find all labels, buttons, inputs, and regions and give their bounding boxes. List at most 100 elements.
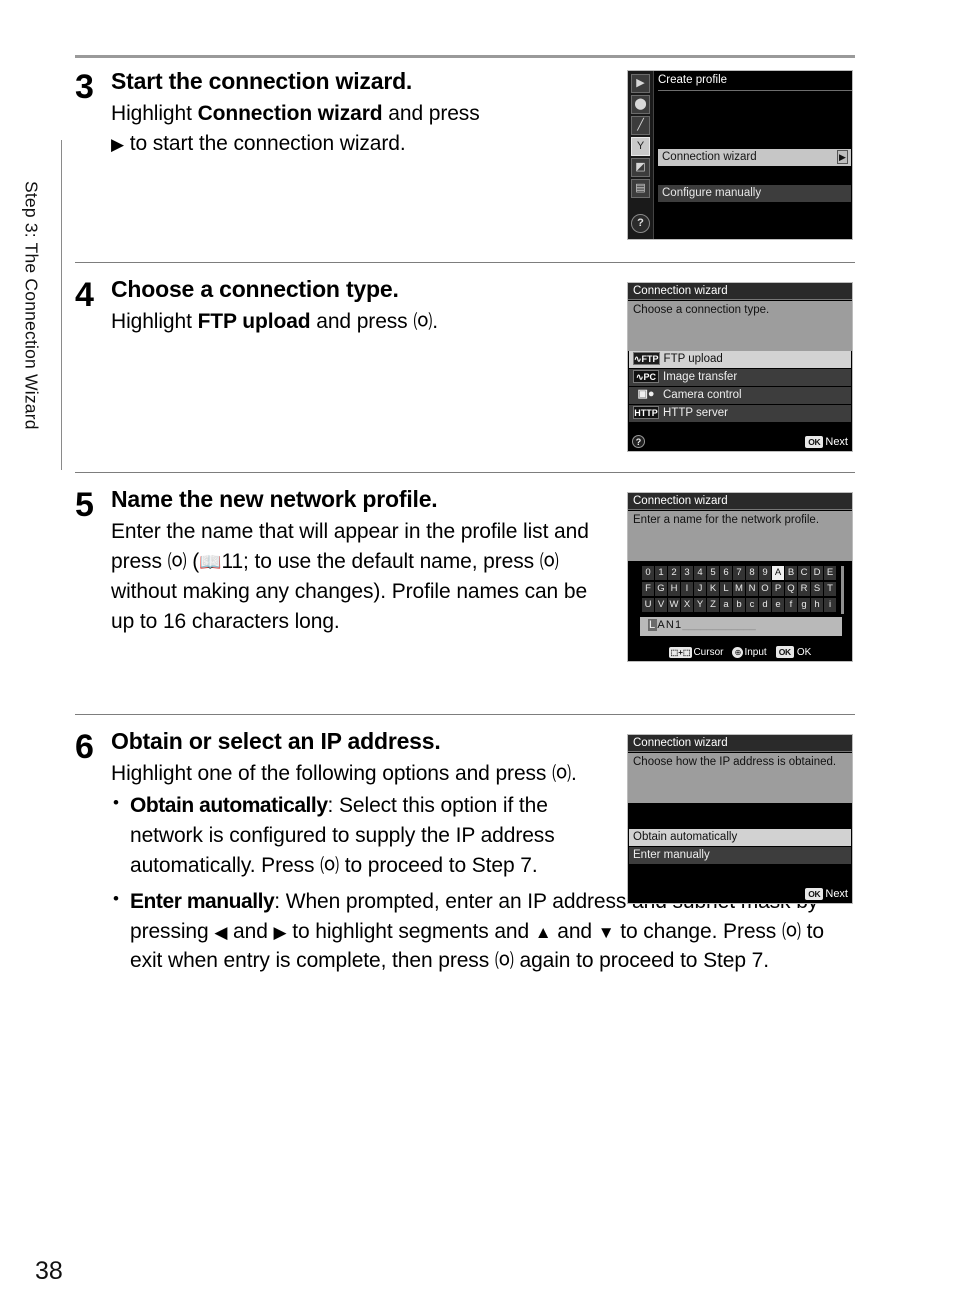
keyboard-key-V[interactable]: V (655, 598, 667, 612)
keyboard-key-1[interactable]: 1 (655, 566, 667, 580)
step-3-text-bold: Connection wizard (197, 102, 383, 126)
step-5-text-3: without making any changes). Profile nam… (111, 579, 588, 633)
bullet-enter-manually-text-3: to highlight segments and (286, 919, 535, 943)
keyboard-key-C[interactable]: C (798, 566, 810, 580)
keyboard-key-c[interactable]: c (746, 598, 758, 612)
character-keyboard[interactable]: 0123456789ABCDE FGHIJKLMNOPQRST UVWXYZab… (642, 566, 844, 614)
keyboard-key-W[interactable]: W (668, 598, 680, 612)
keyboard-key-g[interactable]: g (798, 598, 810, 612)
option-camera-control[interactable]: ▣● Camera control (629, 387, 851, 404)
page-number: 38 (35, 1257, 63, 1285)
menu-item-configure-manually[interactable]: Configure manually (658, 185, 851, 202)
retouch-icon[interactable]: ◩ (631, 158, 650, 177)
ok-button-icon: ⒪ (781, 921, 801, 943)
keyboard-key-N[interactable]: N (746, 582, 758, 596)
screen-name-profile-prompt: Enter a name for the network profile. (628, 511, 852, 561)
keyboard-key-7[interactable]: 7 (733, 566, 745, 580)
keyboard-key-P[interactable]: P (772, 582, 784, 596)
ok-pill-icon: OK (775, 646, 794, 658)
help-icon[interactable]: ? (632, 435, 645, 448)
ok-pill-icon: OK (805, 435, 824, 448)
keyboard-key-R[interactable]: R (798, 582, 810, 596)
ftp-badge-icon: ∿FTP (633, 352, 660, 366)
camera-icon[interactable]: ⬤ (631, 95, 650, 114)
multi-selector-icon: ⊕ (732, 646, 744, 658)
keyboard-key-Z[interactable]: Z (707, 598, 719, 612)
keyboard-key-O[interactable]: O (759, 582, 771, 596)
keyboard-key-D[interactable]: D (811, 566, 823, 580)
option-image-transfer-label: Image transfer (663, 371, 738, 383)
step-5-text-2: ( (186, 549, 200, 573)
option-obtain-automatically-label: Obtain automatically (633, 831, 738, 843)
keyboard-key-I[interactable]: I (681, 582, 693, 596)
keyboard-key-T[interactable]: T (824, 582, 836, 596)
keyboard-key-U[interactable]: U (642, 598, 654, 612)
screen-name-profile-footer: ⬚+⬚ Cursor ⊕ Input OK OK (628, 644, 852, 660)
right-arrow-icon: ▶ (111, 134, 124, 154)
rule-step-4 (75, 262, 855, 263)
setup-wrench-icon[interactable]: Υ (631, 137, 650, 156)
up-arrow-icon: ▲ (534, 922, 552, 942)
side-tab-label: Step 3: The Connection Wizard (21, 180, 42, 430)
ok-hint: OK OK (775, 646, 812, 658)
screen-ip-address: Connection wizard Choose how the IP addr… (627, 734, 853, 904)
right-arrow-icon: ▶ (273, 922, 287, 942)
keyboard-key-8[interactable]: 8 (746, 566, 758, 580)
profile-name-input[interactable]: LAN1____________ (640, 617, 842, 636)
keyboard-key-M[interactable]: M (733, 582, 745, 596)
keyboard-key-Q[interactable]: Q (785, 582, 797, 596)
option-obtain-automatically[interactable]: Obtain automatically (629, 829, 851, 846)
option-http-server[interactable]: HTTP HTTP server (629, 405, 851, 422)
step-4-text-bold: FTP upload (197, 310, 311, 334)
keyboard-key-f[interactable]: f (785, 598, 797, 612)
step-3-text: Highlight Connection wizard and press ▶ … (111, 99, 591, 159)
screen-ip-address-body: Obtain automatically Enter manually OK N… (628, 803, 852, 903)
keyboard-row-3: UVWXYZabcdefghi (642, 598, 842, 612)
keyboard-key-X[interactable]: X (681, 598, 693, 612)
ok-button-icon: ⒪ (552, 764, 571, 786)
option-enter-manually[interactable]: Enter manually (629, 847, 851, 864)
keyboard-key-a[interactable]: a (720, 598, 732, 612)
ok-hint-label: OK (796, 646, 812, 658)
screen-connection-type-body: ∿FTP FTP upload ∿PC Image transfer ▣● Camer… (628, 351, 852, 451)
keyboard-key-3[interactable]: 3 (681, 566, 693, 580)
keyboard-key-i[interactable]: i (824, 598, 836, 612)
keyboard-key-e[interactable]: e (772, 598, 784, 612)
keyboard-key-Y[interactable]: Y (694, 598, 706, 612)
keyboard-scrollbar[interactable] (841, 566, 844, 614)
help-icon[interactable]: ? (631, 214, 650, 233)
keyboard-key-5[interactable]: 5 (707, 566, 719, 580)
ok-button-icon: ⒪ (413, 312, 433, 334)
keyboard-key-4[interactable]: 4 (694, 566, 706, 580)
option-ftp-upload[interactable]: ∿FTP FTP upload (629, 351, 851, 368)
keyboard-key-h[interactable]: h (811, 598, 823, 612)
chevron-right-icon[interactable]: ▶ (837, 150, 848, 164)
keyboard-key-G[interactable]: G (655, 582, 667, 596)
keyboard-key-9[interactable]: 9 (759, 566, 771, 580)
keyboard-key-H[interactable]: H (668, 582, 680, 596)
keyboard-key-L[interactable]: L (720, 582, 732, 596)
keyboard-key-d[interactable]: d (759, 598, 771, 612)
pencil-icon[interactable]: ╱ (631, 116, 650, 135)
recent-settings-icon[interactable]: ▤ (631, 179, 650, 198)
keyboard-key-S[interactable]: S (811, 582, 823, 596)
keyboard-key-B[interactable]: B (785, 566, 797, 580)
option-image-transfer[interactable]: ∿PC Image transfer (629, 369, 851, 386)
keyboard-key-K[interactable]: K (707, 582, 719, 596)
screen-name-profile-body: 0123456789ABCDE FGHIJKLMNOPQRST UVWXYZab… (628, 561, 852, 661)
keyboard-key-E[interactable]: E (824, 566, 836, 580)
keyboard-key-6[interactable]: 6 (720, 566, 732, 580)
step-3-text-prefix: Highlight (111, 102, 198, 126)
keyboard-key-A[interactable]: A (772, 566, 784, 580)
keyboard-key-0[interactable]: 0 (642, 566, 654, 580)
keyboard-key-F[interactable]: F (642, 582, 654, 596)
keyboard-key-J[interactable]: J (694, 582, 706, 596)
menu-item-connection-wizard[interactable]: Connection wizard ▶ (658, 149, 851, 166)
bullet-enter-manually-text-2: and (227, 919, 274, 943)
step-3-text-line2: to start the connection wizard. (123, 131, 406, 155)
keyboard-key-b[interactable]: b (733, 598, 745, 612)
screen-ip-address-title: Connection wizard (628, 735, 852, 752)
keyboard-key-2[interactable]: 2 (668, 566, 680, 580)
playback-icon[interactable]: ▶ (631, 74, 650, 93)
cursor-hint-label: Cursor (693, 646, 724, 658)
